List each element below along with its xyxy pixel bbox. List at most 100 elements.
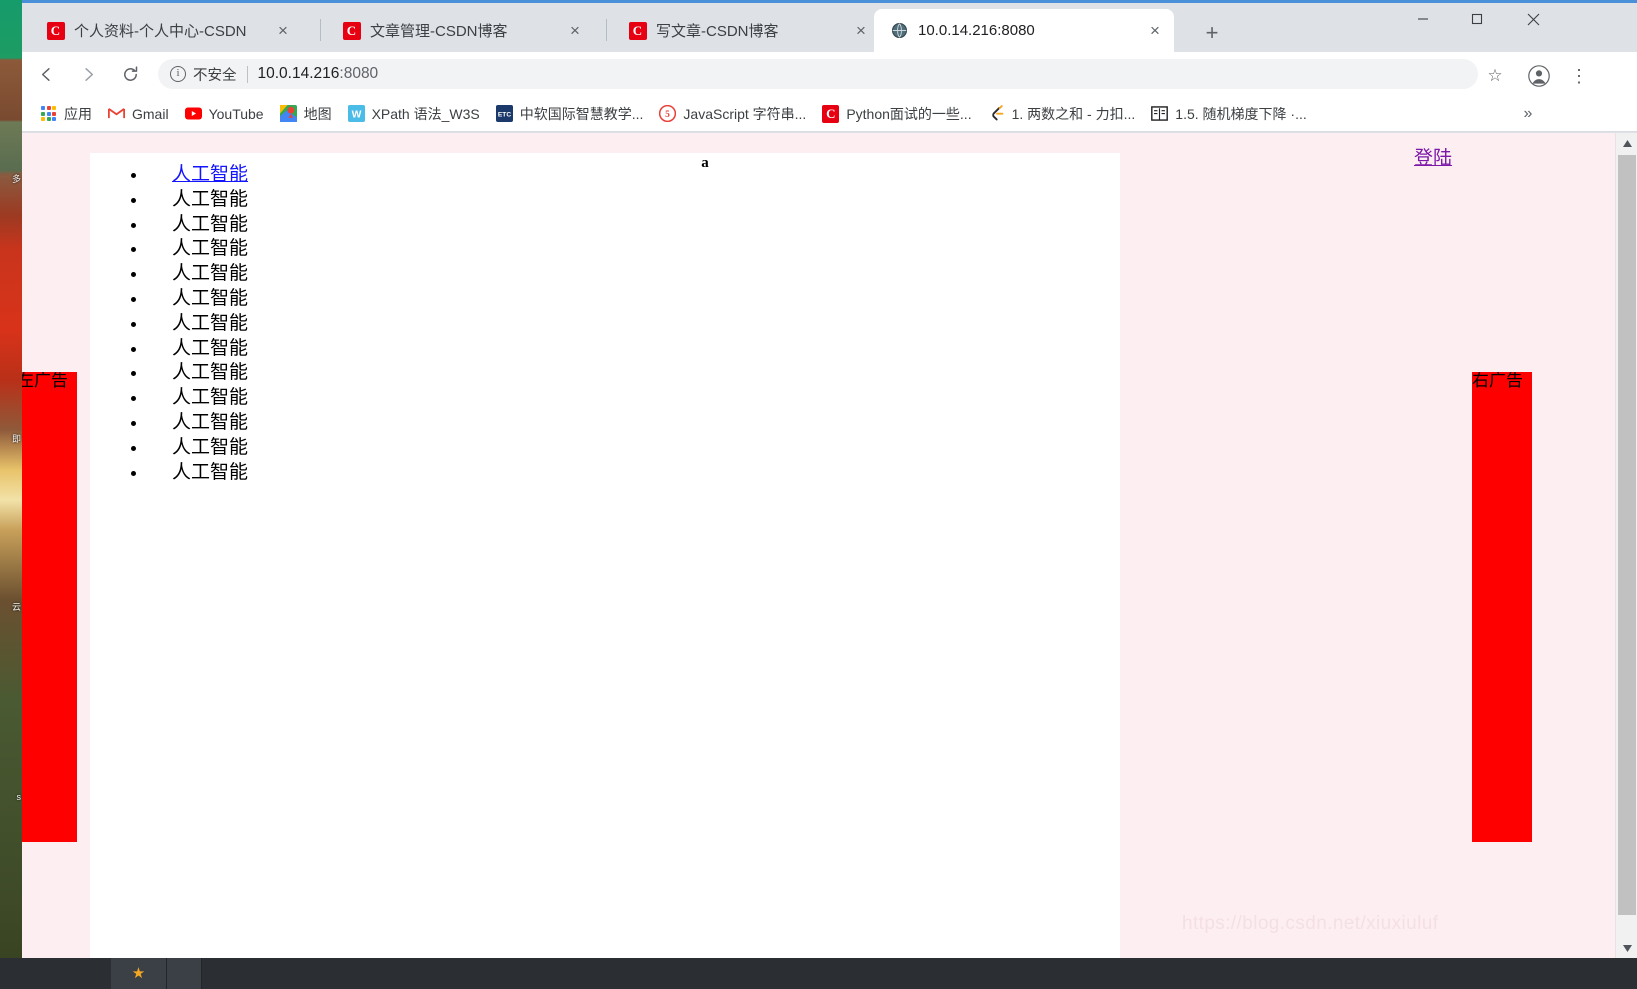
bookmark-label: YouTube [208,105,264,122]
list-item-label: 人工智能 [172,337,249,359]
left-ad-banner[interactable]: 左广告 [22,372,77,842]
bookmark-gmail[interactable]: Gmail [100,101,177,126]
tab-title: 文章管理-CSDN博客 [370,23,508,40]
globe-icon [890,21,909,40]
list-item: 人工智能 [148,188,290,213]
list-item: 人工智能 [148,237,290,262]
center-heading: a [701,155,709,171]
bookmarks-overflow-button[interactable]: » [1517,103,1539,125]
bookmark-etc-teaching[interactable]: ETC 中软国际智慧教学... [488,100,652,128]
desktop-strip-label: s [16,792,22,802]
profile-avatar-icon[interactable] [1526,63,1552,89]
desktop-strip-label: 云 [11,602,21,612]
ai-link-list: 人工智能 人工智能 人工智能 人工智能 人工智能 人工智能 人工智能 人工智能 … [90,163,290,485]
bookmark-label: JavaScript 字符串... [683,105,807,122]
address-bar[interactable]: i 不安全 10.0.14.216 :8080 [158,59,1478,89]
tab-strip: C 个人资料-个人中心-CSDN × C 文章管理-CSDN博客 × C 写文章… [22,3,1637,52]
bookmark-label: XPath 语法_W3S [371,105,480,122]
tab-separator [320,19,321,41]
youtube-icon [184,105,202,122]
scrollbar-thumb[interactable] [1618,155,1636,915]
list-item-link[interactable]: 人工智能 [148,163,248,188]
bookmark-label: Python面试的一些... [846,105,972,122]
right-ad-banner[interactable]: 右广告 [1472,372,1532,842]
scroll-up-arrow-icon[interactable] [1616,133,1637,153]
browser-window: C 个人资料-个人中心-CSDN × C 文章管理-CSDN博客 × C 写文章… [22,0,1637,958]
reload-button[interactable] [112,56,148,92]
taskbar-item-starred[interactable]: ★ [111,958,167,989]
desktop-wallpaper-strip: 多 即 云 s [0,0,22,989]
w3s-icon: W [347,105,365,122]
list-item: 人工智能 [148,262,290,287]
tab-title: 个人资料-个人中心-CSDN [74,23,247,40]
csdn-icon: C [822,104,840,123]
list-item: 人工智能 [148,361,290,386]
apps-grid-icon [40,105,57,122]
scroll-down-arrow-icon[interactable] [1616,938,1637,958]
svg-text:5: 5 [666,110,671,120]
svg-text:ETC: ETC [498,112,511,119]
maps-icon [279,105,297,122]
tab-separator [606,19,607,41]
close-icon[interactable]: × [1144,20,1166,42]
omnibox-divider [246,65,248,83]
taskbar-item[interactable] [167,958,202,989]
list-item: 人工智能 [148,411,290,436]
chrome-menu-icon[interactable]: ⋮ [1566,63,1592,89]
bookmark-label: 1. 两数之和 - 力扣... [1011,105,1136,122]
vertical-scrollbar[interactable] [1615,133,1637,958]
center-content-panel [290,153,1120,958]
close-icon[interactable]: × [564,20,586,42]
taskbar: ★ [0,958,1637,989]
page-content: a 登陆 人工智能 人工智能 人工智能 人工智能 人工智能 人工智能 人工智能 … [22,133,1615,958]
forward-button[interactable] [70,56,106,92]
minimize-button[interactable] [1400,3,1446,35]
maximize-button[interactable] [1454,3,1500,35]
tab-title: 写文章-CSDN博客 [656,23,779,40]
desktop-strip-label: 即 [11,434,21,444]
close-icon[interactable]: × [272,20,294,42]
list-item-label: 人工智能 [172,436,249,458]
login-link[interactable]: 登陆 [1414,143,1452,170]
list-item[interactable]: 人工智能 [148,163,290,188]
list-item-label: 人工智能 [172,461,249,483]
watermark-text: https://blog.csdn.net/xiuxiuluf [1182,913,1439,934]
bookmark-sgd-chapter[interactable]: 1.5. 随机梯度下降 ·... [1143,100,1314,128]
tab-article-manage[interactable]: C 文章管理-CSDN博客 × [326,9,594,52]
back-button[interactable] [28,56,64,92]
csdn-icon: C [342,21,361,40]
list-item-label: 人工智能 [172,213,249,235]
info-icon[interactable]: i [170,66,186,82]
tab-write-article[interactable]: C 写文章-CSDN博客 × [612,9,880,52]
bookmark-javascript-string[interactable]: 5 JavaScript 字符串... [651,100,814,128]
tab-personal-profile[interactable]: C 个人资料-个人中心-CSDN × [30,9,302,52]
bookmark-leetcode-twosum[interactable]: 1. 两数之和 - 力扣... [980,100,1144,128]
leetcode-icon [988,105,1005,122]
bookmark-label: 中软国际智慧教学... [519,105,644,122]
url-port: :8080 [339,65,379,82]
new-tab-button[interactable]: + [1198,19,1226,47]
list-item: 人工智能 [148,213,290,238]
list-item: 人工智能 [148,461,290,486]
list-item: 人工智能 [148,436,290,461]
csdn-icon: C [628,21,647,40]
list-item-label: 人工智能 [172,387,249,409]
bookmark-label: 1.5. 随机梯度下降 ·... [1175,105,1307,122]
bookmark-star-icon[interactable]: ☆ [1484,65,1506,87]
close-window-button[interactable] [1510,3,1556,35]
bookmark-label: 应用 [64,105,92,122]
close-icon[interactable]: × [850,20,872,42]
bookmark-label: Gmail [132,105,169,122]
tab-local-server[interactable]: 10.0.14.216:8080 × [874,9,1174,52]
page-viewport: a 登陆 人工智能 人工智能 人工智能 人工智能 人工智能 人工智能 人工智能 … [22,133,1637,958]
left-ad-label: 左广告 [22,372,68,390]
bookmark-apps[interactable]: 应用 [32,100,100,128]
csdn-icon: C [46,21,65,40]
bookmark-python-interview[interactable]: C Python面试的一些... [814,100,979,128]
bookmark-xpath-w3s[interactable]: W XPath 语法_W3S [340,100,488,128]
bookmark-youtube[interactable]: YouTube [177,101,272,126]
bookmark-maps[interactable]: 地图 [272,100,340,128]
url-host: 10.0.14.216 [257,65,340,82]
star-icon: ★ [131,965,146,982]
gmail-icon [108,105,125,122]
